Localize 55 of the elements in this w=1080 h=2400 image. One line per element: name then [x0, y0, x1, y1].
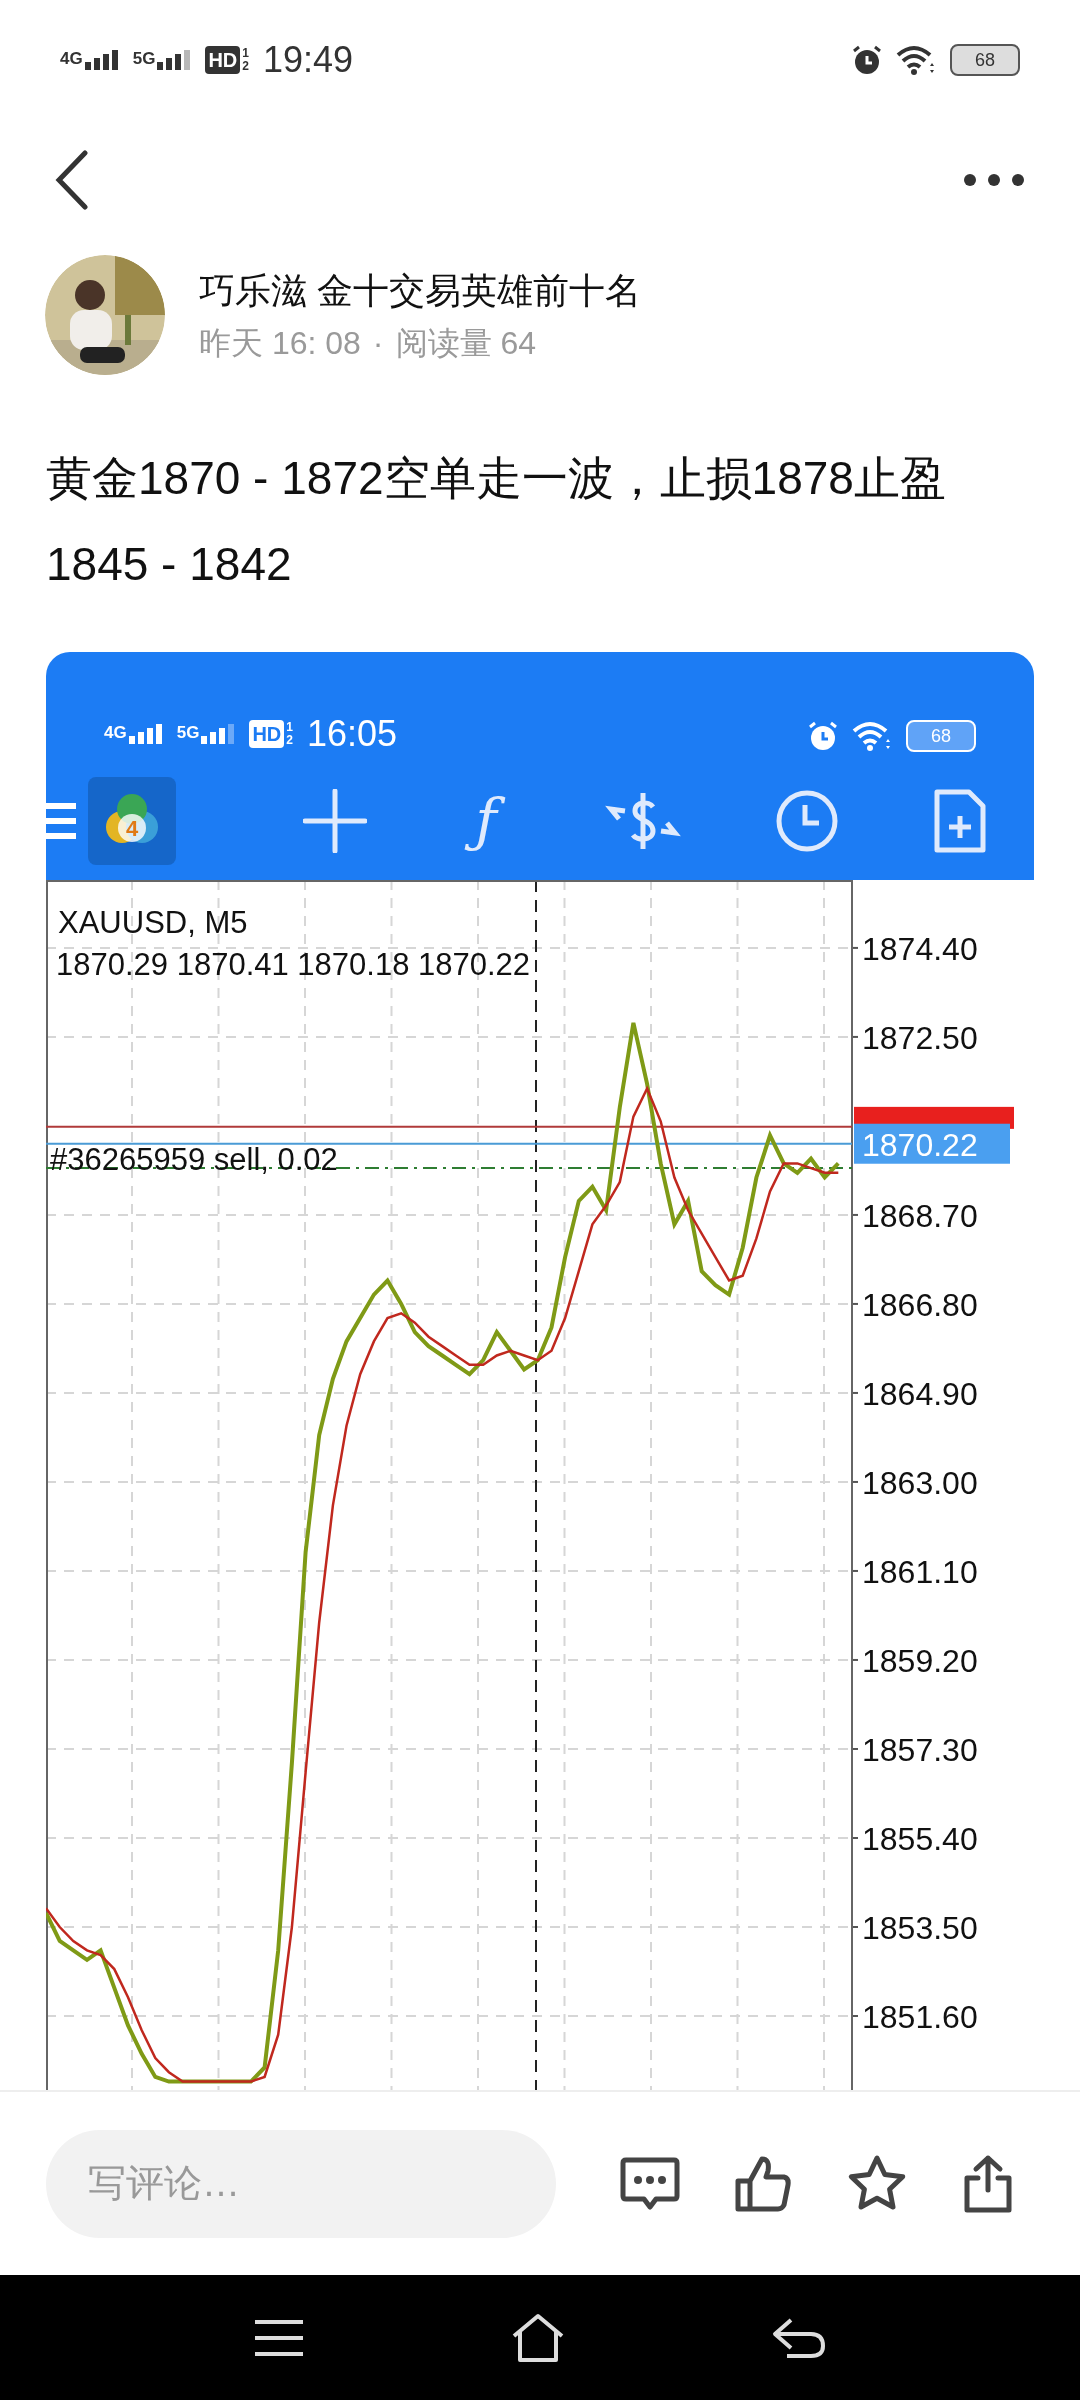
separator: · [372, 323, 384, 363]
axis-label: 1872.50 [862, 1019, 978, 1056]
axis-label: 1853.50 [862, 1910, 978, 1946]
network-label: 5G [176, 724, 200, 741]
chart-symbol: XAUUSD, M5 [58, 904, 248, 942]
comment-field[interactable]: 写评论… [46, 2129, 556, 2238]
alarm-icon [852, 45, 882, 75]
battery-icon: 68 [950, 44, 1020, 76]
thumbs-up-icon[interactable] [734, 2154, 792, 2213]
signal-icon [201, 724, 236, 744]
post-time: 昨天 16: 08 [199, 323, 361, 363]
axis-label: 1855.40 [862, 1821, 978, 1857]
read-count: 阅读量 64 [395, 323, 536, 363]
sim-slot-label: 2 [242, 60, 249, 73]
signal-icon [128, 724, 163, 744]
comment-icon[interactable] [620, 2155, 680, 2212]
axis-label: 1874.40 [862, 930, 978, 967]
signal-icon [84, 50, 119, 70]
axis-label: 1859.20 [862, 1642, 978, 1679]
axis-label: 1864.90 [862, 1375, 978, 1412]
more-icon[interactable] [963, 173, 1025, 187]
axis-label: 1868.70 [862, 1197, 978, 1234]
wifi-icon [852, 721, 892, 751]
clock-icon[interactable] [774, 789, 839, 853]
sim-slot-label: 2 [286, 734, 293, 747]
menu-icon[interactable] [252, 2317, 305, 2358]
app-logo[interactable]: 4 [88, 777, 176, 865]
share-icon[interactable] [962, 2153, 1014, 2214]
axis-label: 1861.10 [862, 1553, 978, 1590]
axis-label: 1857.30 [862, 1731, 978, 1768]
hd-badge: HD [205, 46, 241, 74]
post-text: 黄金1870 - 1872空单走一波，止损1878止盈1845 - 1842 [46, 451, 947, 592]
clock-time: 19:49 [262, 42, 354, 78]
price-tag: 1870.22 [854, 1123, 1010, 1164]
signal-icon [157, 50, 192, 70]
home-icon[interactable] [510, 2311, 566, 2364]
axis-label: 1851.60 [862, 1999, 978, 2035]
function-icon[interactable]: ƒ [461, 783, 511, 859]
network-label: 4G [60, 50, 83, 67]
back-icon[interactable] [55, 150, 89, 210]
author-name[interactable]: 巧乐滋 金十交易英雄前十名 [199, 267, 641, 313]
sim-slot-label: 1 [286, 721, 293, 734]
network-label: 5G [132, 50, 156, 67]
network-label: 4G [104, 724, 127, 741]
sim-slot-label: 1 [242, 47, 249, 60]
axis-label: 1863.00 [862, 1464, 978, 1501]
clock-time: 16:05 [306, 716, 398, 752]
hd-badge: HD [249, 720, 285, 748]
ohlc-values: 1870.29 1870.41 1870.18 1870.22 [56, 946, 531, 984]
battery-icon: 68 [906, 720, 976, 752]
axis-label: 1866.80 [862, 1286, 978, 1323]
wifi-icon [896, 45, 936, 75]
crosshair-icon[interactable] [303, 789, 368, 853]
alarm-icon [808, 721, 838, 751]
new-document-icon[interactable] [932, 788, 987, 854]
